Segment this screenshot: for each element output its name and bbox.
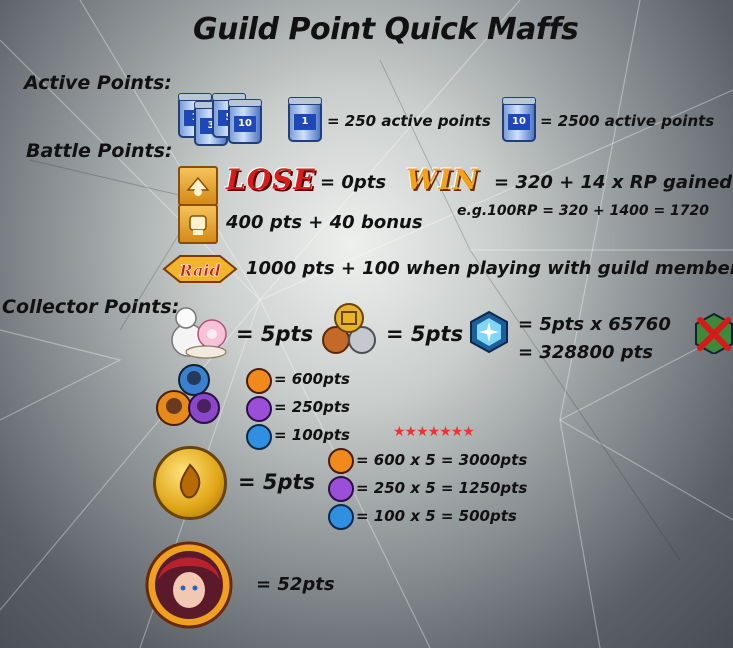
collector-points-heading: Collector Points: [2,296,180,318]
star-tier1-value: = 600 x 5 = 3000pts [356,451,528,469]
fist-medal-icon [178,204,218,244]
purple-tier-icon-2 [328,476,354,502]
blue-tier-icon-2 [328,504,354,530]
blue-tier-icon [246,424,272,450]
item3-value-a: = 5pts x 65760 [518,314,671,335]
energy-can-icon: 1 [288,97,322,142]
active-points-heading: Active Points: [24,72,172,94]
item3-value-b: = 328800 pts [518,342,653,363]
coin-value: = 5pts [238,470,316,494]
orange-tier-icon [246,368,272,394]
gold-coin-icon [153,446,227,520]
star-tier3-value: = 100 x 5 = 500pts [356,507,517,525]
win-formula: = 320 + 14 x RP gained [494,172,733,193]
tier2-value: = 250pts [274,398,350,416]
hex-crystal-icon [467,310,511,354]
orange-tier-icon-2 [328,448,354,474]
energy-can-10-icon: 10 [502,97,536,142]
lose-label: LOSE [226,163,316,196]
star-rating-icon: ★★★★★★★ [393,424,475,440]
item2-value: = 5pts [386,322,464,346]
star-tier2-value: = 250 x 5 = 1250pts [356,479,528,497]
character-value: = 52pts [256,574,335,595]
character-portrait-icon [144,540,234,630]
active-eq-1: = 250 active points [327,112,491,130]
tier1-value: = 600pts [274,370,350,388]
svg-text:Raid: Raid [178,261,220,280]
medal-stack-icon [320,302,380,356]
tier-cluster-icon [152,362,224,430]
win-example: e.g.100RP = 320 + 1400 = 1720 [457,203,710,219]
battle-medal-icon [178,166,218,206]
win-label: WIN [406,163,480,196]
lose-value: = 0pts [320,172,387,193]
tier3-value: = 100pts [274,426,350,444]
raid-badge-icon: Raid [160,252,240,286]
battle-points-heading: Battle Points: [26,140,173,162]
page-title: Guild Point Quick Maffs [193,12,579,47]
crossed-item-icon [694,312,733,356]
snowman-item-icon [166,302,232,360]
battle-row-2: 400 pts + 40 bonus [226,212,423,233]
active-eq-2: = 2500 active points [540,112,715,130]
battle-row-3: 1000 pts + 100 when playing with guild m… [246,258,733,279]
item1-value: = 5pts [236,322,314,346]
purple-tier-icon [246,396,272,422]
